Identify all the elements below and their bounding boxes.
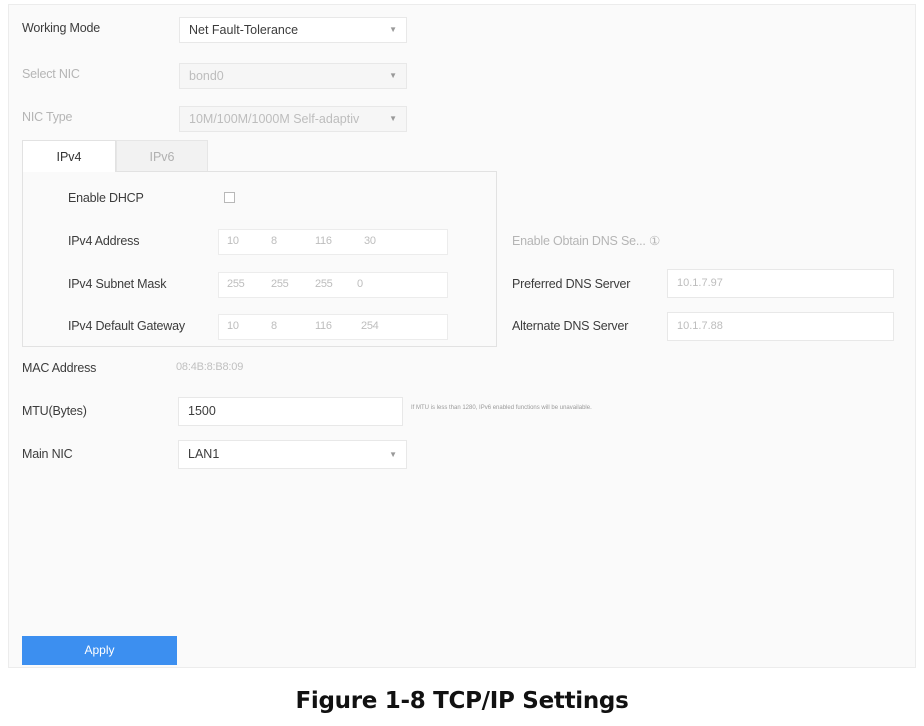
select-nic-value: bond0 (189, 69, 224, 83)
ipv4-address-input[interactable]: 10 8 116 30 (218, 229, 448, 255)
mac-address-value: 08:4B:8:B8:09 (176, 361, 244, 373)
alternate-dns-input[interactable]: 10.1.7.88 (667, 312, 894, 341)
ip-segment: 255 (315, 278, 333, 290)
mtu-input[interactable]: 1500 (178, 397, 403, 426)
ip-segment: 10 (227, 320, 239, 332)
main-nic-select[interactable]: LAN1 ▼ (178, 440, 407, 469)
ip-segment: 8 (271, 320, 277, 332)
main-nic-value: LAN1 (188, 447, 220, 461)
enable-dhcp-label: Enable DHCP (68, 191, 144, 205)
tab-ipv6[interactable]: IPv6 (116, 140, 208, 172)
preferred-dns-label: Preferred DNS Server (512, 277, 631, 291)
ip-segment: 8 (271, 235, 277, 247)
chevron-down-icon: ▼ (389, 450, 397, 459)
ip-segment: 116 (315, 235, 332, 247)
working-mode-value: Net Fault-Tolerance (189, 23, 299, 37)
working-mode-label: Working Mode (22, 21, 100, 35)
alternate-dns-label: Alternate DNS Server (512, 319, 629, 333)
select-nic-select: bond0 ▼ (179, 63, 407, 89)
chevron-down-icon: ▼ (389, 25, 397, 34)
mtu-label: MTU(Bytes) (22, 404, 87, 418)
nic-type-value: 10M/100M/1000M Self-adaptiv (189, 112, 360, 126)
ip-segment: 255 (271, 278, 289, 290)
working-mode-select[interactable]: Net Fault-Tolerance ▼ (179, 17, 407, 43)
enable-dhcp-checkbox[interactable] (224, 192, 235, 203)
ipv4-subnet-mask-label: IPv4 Subnet Mask (68, 277, 167, 291)
ip-segment: 10 (227, 235, 239, 247)
mac-address-label: MAC Address (22, 361, 97, 375)
nic-type-label: NIC Type (22, 110, 73, 124)
mtu-note: If MTU is less than 1280, IPv6 enabled f… (411, 405, 592, 411)
apply-button[interactable]: Apply (22, 636, 177, 665)
enable-obtain-dns-label: Enable Obtain DNS Se... ① (512, 234, 660, 248)
ipv4-subnet-mask-input[interactable]: 255 255 255 0 (218, 272, 448, 298)
ip-segment: 255 (227, 278, 245, 290)
ipv4-default-gateway-input[interactable]: 10 8 116 254 (218, 314, 448, 340)
tab-ipv4[interactable]: IPv4 (22, 140, 116, 172)
ip-segment: 116 (315, 320, 332, 332)
preferred-dns-input[interactable]: 10.1.7.97 (667, 269, 894, 298)
figure-caption: Figure 1-8 TCP/IP Settings (295, 688, 629, 714)
chevron-down-icon: ▼ (389, 71, 397, 80)
ip-segment: 30 (364, 235, 376, 247)
select-nic-label: Select NIC (22, 67, 80, 81)
main-nic-label: Main NIC (22, 447, 73, 461)
chevron-down-icon: ▼ (389, 114, 397, 123)
ipv4-default-gateway-label: IPv4 Default Gateway (68, 319, 185, 333)
ip-segment: 0 (357, 278, 363, 290)
ipv4-address-label: IPv4 Address (68, 234, 140, 248)
nic-type-select: 10M/100M/1000M Self-adaptiv ▼ (179, 106, 407, 132)
ip-segment: 254 (361, 320, 379, 332)
